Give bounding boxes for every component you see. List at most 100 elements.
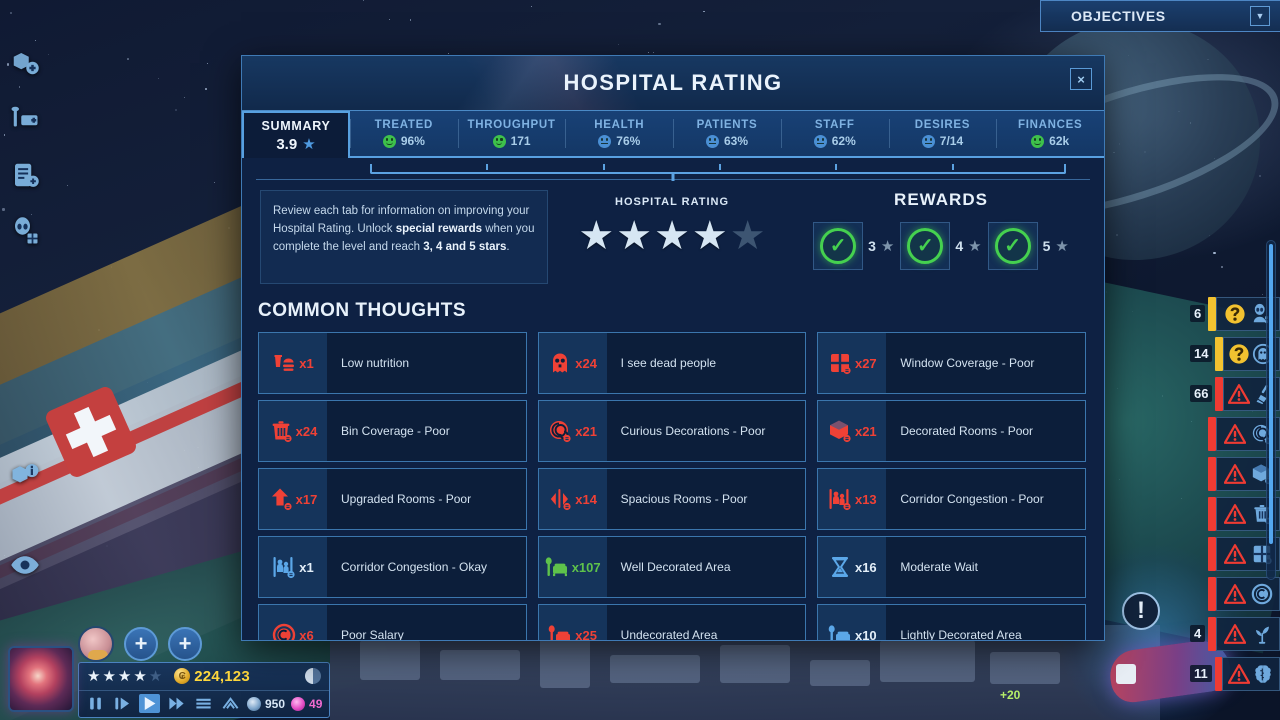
tab-throughput[interactable]: THROUGHPUT171 — [458, 111, 566, 156]
hourglass-icon — [828, 555, 852, 579]
reward-slot[interactable]: ✓ — [813, 222, 863, 270]
tab-value: 7/14 — [940, 134, 963, 148]
add-staff-button[interactable]: + — [124, 627, 158, 661]
alert-box[interactable] — [1216, 617, 1280, 651]
avatar[interactable] — [78, 626, 114, 662]
tab-health[interactable]: HEALTH76% — [565, 111, 673, 156]
alert-severity-bar — [1208, 297, 1216, 331]
thought-card[interactable]: x1Corridor Congestion - Okay — [258, 536, 527, 598]
thought-card[interactable]: x24Bin Coverage - Poor — [258, 400, 527, 462]
thought-count: x13 — [855, 492, 877, 507]
thought-card[interactable]: x21Curious Decorations - Poor — [538, 400, 807, 462]
alert-box[interactable] — [1222, 657, 1280, 691]
research-button[interactable] — [220, 694, 241, 713]
alert-count: 4 — [1190, 625, 1205, 642]
question-icon — [1224, 303, 1246, 325]
warning-icon — [1224, 423, 1246, 445]
thought-label: Corridor Congestion - Okay — [327, 537, 526, 597]
thought-card[interactable]: x107Well Decorated Area — [538, 536, 807, 598]
alert-row[interactable]: 11 — [1190, 655, 1280, 692]
reward-slot[interactable]: ✓ — [988, 222, 1038, 270]
coin-icon — [1251, 583, 1273, 605]
alert-row[interactable] — [1190, 575, 1280, 612]
alert-severity-bar — [1208, 537, 1216, 571]
reward-item[interactable]: ✓4★ — [900, 222, 981, 270]
thought-card[interactable]: x13Corridor Congestion - Poor — [817, 468, 1086, 530]
speed-slow-button[interactable] — [112, 694, 133, 713]
width-arrows-icon — [548, 487, 572, 511]
hire-staff-icon[interactable] — [10, 160, 40, 190]
thought-icon-pane: x27 — [818, 333, 886, 393]
thought-card[interactable]: x16Moderate Wait — [817, 536, 1086, 598]
question-icon — [1228, 343, 1250, 365]
thought-card[interactable]: x27Window Coverage - Poor — [817, 332, 1086, 394]
lamp-sofa-icon — [828, 623, 852, 641]
hud-controls-row: 950 49 — [79, 691, 329, 718]
rating-tabs: SUMMARY3.9★TREATED96%THROUGHPUT171HEALTH… — [242, 111, 1104, 158]
speed-fast-button[interactable] — [166, 694, 187, 713]
reward-item[interactable]: ✓5★ — [988, 222, 1069, 270]
patients-icon[interactable] — [10, 216, 40, 246]
reward-item[interactable]: ✓3★ — [813, 222, 894, 270]
spiral-decor-icon — [548, 419, 572, 443]
thought-card[interactable]: x25Undecorated Area — [538, 604, 807, 641]
thought-card[interactable]: x14Spacious Rooms - Poor — [538, 468, 807, 530]
thought-card[interactable]: x6Poor Salary — [258, 604, 527, 641]
thought-icon-pane: x107 — [539, 537, 607, 597]
hud-star: ★ — [118, 669, 131, 684]
thought-label: Spacious Rooms - Poor — [607, 469, 806, 529]
summary-body: Review each tab for information on impro… — [242, 180, 1104, 284]
scrollbar-thumb[interactable] — [1269, 244, 1273, 544]
minimap[interactable] — [8, 646, 74, 712]
tab-patients[interactable]: PATIENTS63% — [673, 111, 781, 156]
scrollbar[interactable] — [1266, 240, 1276, 580]
bracket-tick — [835, 164, 837, 170]
add-room-button[interactable]: + — [168, 627, 202, 661]
common-thoughts-heading: COMMON THOUGHTS — [242, 284, 1104, 332]
alert-row[interactable]: 4 — [1190, 615, 1280, 652]
star-icon: ★ — [302, 137, 315, 152]
menu-button[interactable] — [193, 694, 214, 713]
speed-normal-button[interactable] — [139, 694, 160, 713]
place-item-icon[interactable] — [10, 104, 40, 134]
common-thoughts-grid: x1Low nutritionx24I see dead peoplex27Wi… — [242, 332, 1104, 641]
warning-icon — [1228, 663, 1250, 685]
pause-button[interactable] — [85, 694, 106, 713]
hud-bar: ★★★★★ ₢ 224,123 950 49 — [78, 662, 330, 718]
left-toolbar-lower — [0, 460, 50, 580]
thought-card[interactable]: x1Low nutrition — [258, 332, 527, 394]
thought-icon-pane: x17 — [259, 469, 327, 529]
build-room-icon[interactable] — [10, 48, 40, 78]
rating-heading: HOSPITAL RATING — [615, 196, 729, 208]
warning-icon — [1224, 463, 1246, 485]
dialog-header: HOSPITAL RATING × — [242, 56, 1104, 111]
crowd-icon — [272, 555, 296, 579]
info-bold-2: 3, 4 and 5 stars — [423, 241, 506, 253]
alert-exclamation-icon[interactable]: ! — [1122, 592, 1160, 630]
bracket-line — [370, 164, 1066, 174]
tab-summary[interactable]: SUMMARY3.9★ — [242, 111, 350, 158]
rating-star: ★ — [654, 216, 690, 256]
close-icon[interactable]: × — [1070, 68, 1092, 90]
thought-count: x24 — [296, 424, 318, 439]
tab-treated[interactable]: TREATED96% — [350, 111, 458, 156]
eye-view-icon[interactable] — [10, 550, 40, 580]
thought-card[interactable]: x24I see dead people — [538, 332, 807, 394]
thought-icon-pane: x6 — [259, 605, 327, 641]
tab-staff[interactable]: STAFF62% — [781, 111, 889, 156]
objectives-panel[interactable]: OBJECTIVES ▼ — [1040, 0, 1280, 32]
rating-block: HOSPITAL RATING ★★★★★ — [548, 190, 796, 284]
alert-severity-bar — [1208, 497, 1216, 531]
thought-card[interactable]: x17Upgraded Rooms - Poor — [258, 468, 527, 530]
thought-label: Upgraded Rooms - Poor — [327, 469, 526, 529]
alert-box[interactable] — [1216, 577, 1280, 611]
coin-icon — [272, 623, 296, 641]
thought-card[interactable]: x10Lightly Decorated Area — [817, 604, 1086, 641]
thought-card[interactable]: x21Decorated Rooms - Poor — [817, 400, 1086, 462]
blueprint-info-icon[interactable] — [10, 460, 40, 490]
rating-star: ★ — [578, 216, 614, 256]
tab-desires[interactable]: DESIRES7/14 — [889, 111, 997, 156]
reward-slot[interactable]: ✓ — [900, 222, 950, 270]
chevron-down-icon[interactable]: ▼ — [1250, 6, 1270, 26]
tab-finances[interactable]: FINANCES62k — [996, 111, 1104, 156]
